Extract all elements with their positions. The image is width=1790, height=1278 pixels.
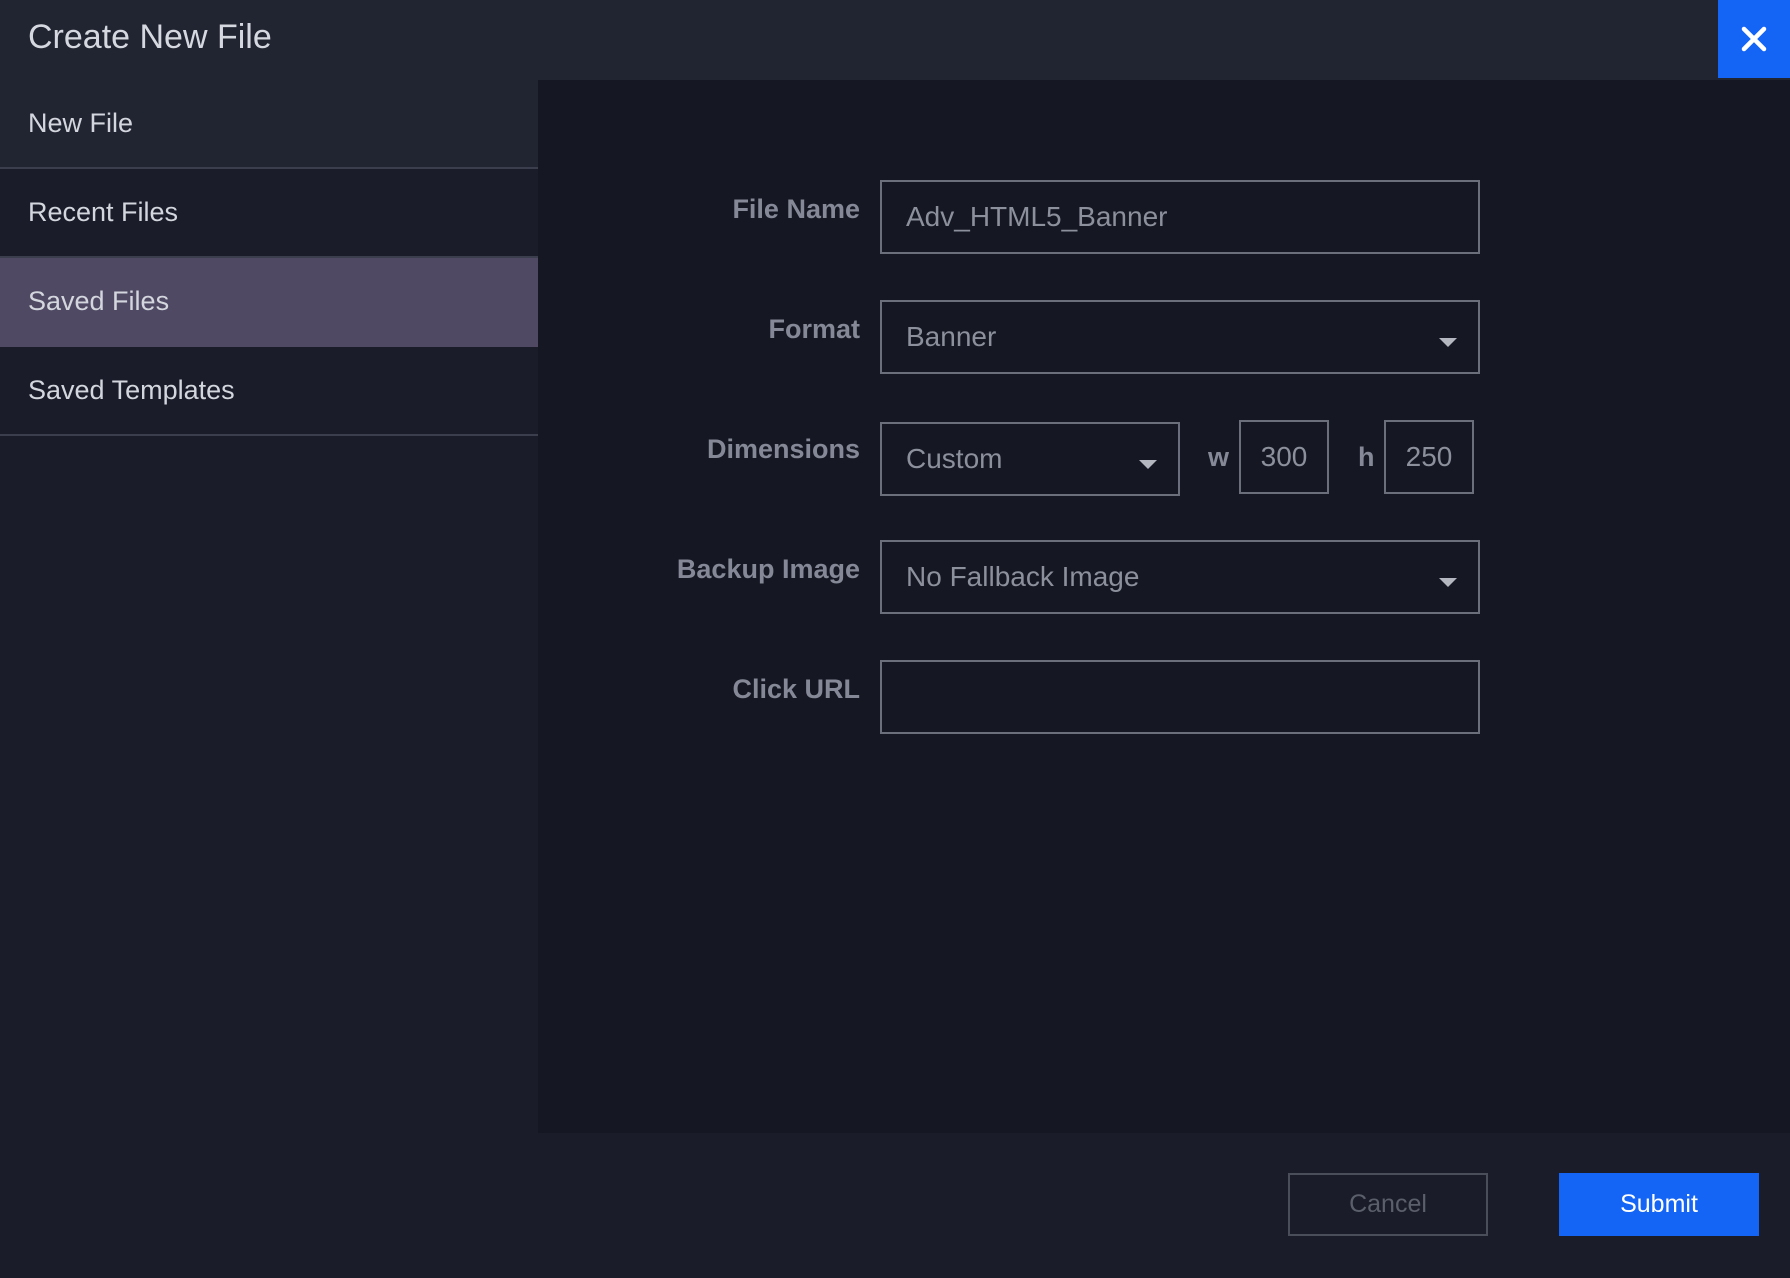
dialog-title: Create New File xyxy=(28,18,272,56)
close-button[interactable] xyxy=(1718,0,1790,78)
sidebar-item-label: Recent Files xyxy=(28,197,179,227)
dialog-header: Create New File xyxy=(0,0,1790,80)
sidebar-item-recent-files[interactable]: Recent Files xyxy=(0,169,538,258)
sidebar-item-saved-files[interactable]: Saved Files xyxy=(0,258,538,347)
width-label: w xyxy=(1208,442,1230,472)
click-url-label: Click URL xyxy=(732,674,860,704)
close-icon xyxy=(1741,26,1767,52)
cancel-button[interactable]: Cancel xyxy=(1288,1173,1488,1236)
height-input[interactable] xyxy=(1384,420,1474,494)
height-label: h xyxy=(1358,442,1375,472)
file-name-input[interactable] xyxy=(880,180,1480,254)
dimensions-preset-select[interactable]: Custom xyxy=(880,422,1180,496)
chevron-down-icon xyxy=(1439,338,1457,347)
backup-image-selected-value: No Fallback Image xyxy=(906,561,1140,592)
format-label: Format xyxy=(768,314,860,344)
submit-button[interactable]: Submit xyxy=(1559,1173,1759,1236)
format-select[interactable]: Banner xyxy=(880,300,1480,374)
dialog-footer: Cancel Submit xyxy=(0,1133,1790,1278)
click-url-input[interactable] xyxy=(880,660,1480,734)
sidebar-item-label: Saved Templates xyxy=(28,375,235,405)
width-input[interactable] xyxy=(1239,420,1329,494)
file-name-label: File Name xyxy=(732,194,860,224)
sidebar-item-label: New File xyxy=(28,108,134,138)
chevron-down-icon xyxy=(1139,460,1157,469)
format-selected-value: Banner xyxy=(906,321,997,352)
sidebar-item-new-file[interactable]: New File xyxy=(0,80,538,169)
sidebar-item-saved-templates[interactable]: Saved Templates xyxy=(0,347,538,436)
sidebar-item-label: Saved Files xyxy=(28,286,170,316)
backup-image-select[interactable]: No Fallback Image xyxy=(880,540,1480,614)
dimensions-label: Dimensions xyxy=(706,434,860,464)
create-new-file-dialog: Create New File New File Recent Files Sa… xyxy=(0,0,1790,1278)
form-panel: File Name Format Banner Dimensions Custo… xyxy=(538,80,1790,1133)
sidebar: New File Recent Files Saved Files Saved … xyxy=(0,80,538,1213)
backup-image-label: Backup Image xyxy=(676,554,860,584)
dimensions-preset-value: Custom xyxy=(906,443,1003,474)
chevron-down-icon xyxy=(1439,578,1457,587)
